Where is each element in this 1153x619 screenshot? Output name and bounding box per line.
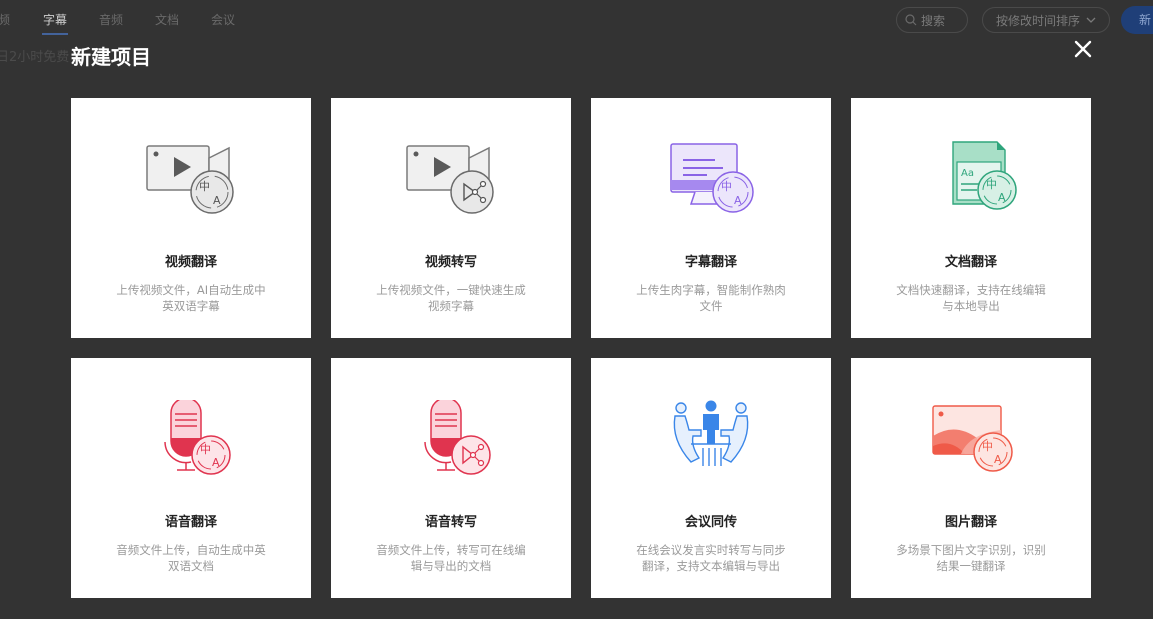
card-title: 语音转写	[424, 515, 477, 530]
card-title: 视频转写	[424, 255, 477, 270]
sort-label: 按修改时间排序	[995, 13, 1080, 28]
card-description: 音频文件上传，自动生成中英双语文档	[116, 543, 266, 573]
card-audio-translate[interactable]: 中 A 语音翻译 音频文件上传，自动生成中英双语文档	[71, 358, 311, 598]
svg-text:中: 中	[982, 440, 993, 453]
card-audio-transcribe[interactable]: 语音转写 音频文件上传，转写可在线编辑与导出的文档	[331, 358, 571, 598]
svg-text:A: A	[994, 453, 1002, 466]
tab-document[interactable]: 文档	[155, 11, 179, 28]
card-title: 字幕翻译	[684, 255, 737, 270]
card-description: 上传视频文件，AI自动生成中英双语字幕	[116, 283, 266, 313]
svg-text:中: 中	[200, 443, 211, 456]
free-notice: 日2小时免费	[0, 50, 70, 65]
document-translate-icon: Aa 中 A	[952, 141, 1017, 210]
card-meeting-interpret[interactable]: 会议同传 在线会议发言实时转写与同步翻译，支持文本编辑与导出	[591, 358, 831, 598]
card-title: 语音翻译	[164, 515, 217, 530]
close-button[interactable]	[1072, 38, 1094, 60]
card-title: 视频翻译	[164, 255, 217, 270]
audio-transcribe-icon	[424, 400, 491, 475]
card-description: 上传生肉字幕，智能制作熟肉文件	[636, 283, 786, 313]
image-translate-icon: 中 A	[932, 405, 1013, 472]
card-description: 音频文件上传，转写可在线编辑与导出的文档	[376, 543, 526, 573]
card-subtitle-translate[interactable]: 中 A 字幕翻译 上传生肉字幕，智能制作熟肉文件	[591, 98, 831, 338]
svg-text:A: A	[212, 456, 220, 469]
svg-text:中: 中	[721, 180, 732, 193]
card-description: 上传视频文件，一键快速生成视频字幕	[376, 283, 526, 313]
video-translate-icon: 中 A	[146, 145, 234, 214]
svg-text:Aa: Aa	[961, 168, 974, 179]
card-title: 文档翻译	[944, 255, 997, 270]
search-button[interactable]: 搜索	[896, 7, 968, 33]
tab-subtitle[interactable]: 字幕	[43, 11, 67, 28]
active-tab-indicator	[42, 33, 68, 35]
card-title: 图片翻译	[944, 515, 997, 530]
search-icon	[905, 14, 917, 26]
audio-translate-icon: 中 A	[164, 400, 231, 475]
card-description: 多场景下图片文字识别，识别结果一键翻译	[896, 543, 1046, 573]
subtitle-translate-icon: 中 A	[670, 143, 754, 213]
card-video-translate[interactable]: 中 A 视频翻译 上传视频文件，AI自动生成中英双语字幕	[71, 98, 311, 338]
close-icon	[1074, 40, 1092, 58]
video-transcribe-icon	[406, 145, 494, 214]
card-description: 在线会议发言实时转写与同步翻译，支持文本编辑与导出	[636, 543, 786, 573]
new-project-button[interactable]: 新	[1121, 6, 1153, 34]
card-document-translate[interactable]: Aa 中 A 文档翻译 文档快速翻译，支持在线编辑与本地导出	[851, 98, 1091, 338]
svg-text:中: 中	[986, 178, 997, 191]
sort-dropdown[interactable]: 按修改时间排序	[982, 7, 1110, 33]
tab-video[interactable]: 频	[0, 11, 10, 28]
modal-title: 新建项目	[71, 45, 151, 69]
meeting-interpret-icon	[673, 400, 749, 466]
card-image-translate[interactable]: 中 A 图片翻译 多场景下图片文字识别，识别结果一键翻译	[851, 358, 1091, 598]
card-video-transcribe[interactable]: 视频转写 上传视频文件，一键快速生成视频字幕	[331, 98, 571, 338]
svg-text:中: 中	[199, 180, 210, 193]
svg-text:A: A	[213, 194, 221, 207]
svg-text:A: A	[734, 194, 742, 207]
search-label: 搜索	[921, 13, 946, 28]
tab-meeting[interactable]: 会议	[211, 11, 235, 28]
chevron-down-icon	[1086, 17, 1096, 23]
svg-text:A: A	[998, 191, 1006, 204]
tab-audio[interactable]: 音频	[99, 11, 123, 28]
card-description: 文档快速翻译，支持在线编辑与本地导出	[896, 283, 1046, 313]
card-title: 会议同传	[684, 515, 737, 530]
